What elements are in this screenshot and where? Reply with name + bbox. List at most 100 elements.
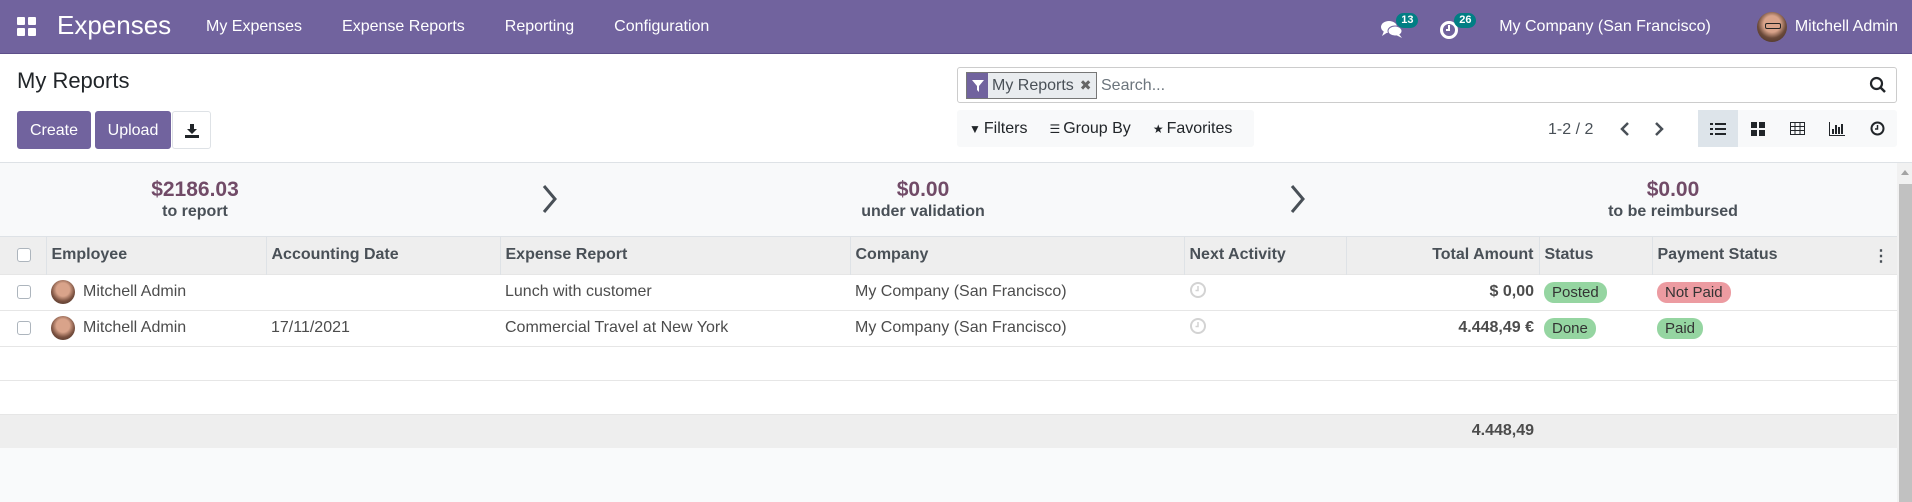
activities-button[interactable]: 26 bbox=[1439, 12, 1477, 42]
column-payment-status[interactable]: Payment Status ⋮ bbox=[1651, 237, 1897, 274]
scroll-up-arrow-icon[interactable] bbox=[1901, 170, 1909, 175]
bars-icon: ☰ bbox=[1049, 121, 1061, 136]
column-employee[interactable]: Employee bbox=[45, 237, 266, 274]
select-all-checkbox[interactable] bbox=[17, 248, 31, 263]
filters-dropdown[interactable]: ▼ Filters bbox=[969, 120, 1027, 138]
expense-report-name: Lunch with customer bbox=[505, 283, 652, 300]
facet-remove-icon[interactable]: ✖ bbox=[1078, 73, 1096, 98]
status-badge: Posted bbox=[1544, 281, 1607, 303]
reports-table: Employee Accounting Date Expense Report … bbox=[0, 237, 1897, 448]
row-checkbox[interactable] bbox=[17, 320, 31, 335]
messages-count-badge: 13 bbox=[1396, 13, 1419, 28]
table-row[interactable]: Mitchell Admin Lunch with customer My Co… bbox=[0, 274, 1897, 310]
menu-expense-reports[interactable]: Expense Reports bbox=[322, 0, 485, 54]
control-panel: My Reports Create Upload My Reports ✖ ▼F… bbox=[0, 54, 1912, 163]
accounting-date: 17/11/2021 bbox=[271, 319, 350, 336]
accounting-date bbox=[266, 274, 500, 310]
view-graph-button[interactable] bbox=[1817, 110, 1857, 147]
favorites-dropdown[interactable]: ★ Favorites bbox=[1153, 120, 1233, 138]
star-icon: ★ bbox=[1152, 121, 1164, 136]
chevron-right-icon bbox=[542, 185, 557, 213]
column-expense-report[interactable]: Expense Report bbox=[499, 237, 850, 274]
column-company[interactable]: Company bbox=[849, 237, 1184, 274]
pager-previous-icon[interactable] bbox=[1614, 118, 1636, 140]
search-input[interactable] bbox=[1101, 73, 1801, 99]
view-activity-button[interactable] bbox=[1857, 110, 1897, 147]
download-button[interactable] bbox=[172, 111, 211, 149]
column-status[interactable]: Status bbox=[1538, 237, 1652, 274]
systray: 13 26 My Company (San Francisco) Mitchel… bbox=[1381, 0, 1898, 54]
table-header: Employee Accounting Date Expense Report … bbox=[0, 237, 1897, 274]
chevron-right-icon bbox=[1290, 185, 1305, 213]
kanban-icon bbox=[1750, 121, 1765, 136]
table-icon bbox=[1789, 122, 1805, 135]
menu-my-expenses[interactable]: My Expenses bbox=[186, 0, 322, 54]
stat-amount: $0.00 bbox=[896, 178, 950, 201]
search-facet: My Reports ✖ bbox=[966, 72, 1097, 99]
clock-icon bbox=[1870, 121, 1885, 136]
stat-to-be-reimbursed: $0.00 to be reimbursed bbox=[1598, 178, 1748, 221]
table-footer: 4.448,49 bbox=[0, 414, 1897, 448]
payment-status-badge: Paid bbox=[1657, 317, 1704, 339]
activities-count-badge: 26 bbox=[1454, 13, 1477, 28]
activity-clock-icon[interactable] bbox=[1189, 281, 1207, 299]
view-list-button[interactable] bbox=[1698, 110, 1738, 147]
column-accounting-date[interactable]: Accounting Date bbox=[265, 237, 500, 274]
view-kanban-button[interactable] bbox=[1738, 110, 1778, 147]
download-icon bbox=[184, 124, 199, 138]
facet-label: My Reports bbox=[992, 77, 1074, 94]
view-pivot-button[interactable] bbox=[1778, 110, 1818, 147]
company-name: My Company (San Francisco) bbox=[855, 283, 1067, 300]
filter-icon: ▼ bbox=[969, 121, 981, 136]
company-name: My Company (San Francisco) bbox=[855, 319, 1067, 336]
stat-label: under validation bbox=[861, 203, 985, 220]
groupby-dropdown[interactable]: ☰ Group By bbox=[1049, 120, 1130, 138]
activity-clock-icon[interactable] bbox=[1189, 317, 1207, 335]
payment-status-badge: Not Paid bbox=[1657, 281, 1731, 303]
stat-amount: $2186.03 bbox=[151, 178, 239, 201]
scrollbar-thumb[interactable] bbox=[1899, 184, 1912, 502]
company-switcher[interactable]: My Company (San Francisco) bbox=[1499, 18, 1711, 36]
apps-menu-icon[interactable] bbox=[17, 17, 36, 36]
top-navbar: Expenses My Expenses Expense Reports Rep… bbox=[0, 0, 1912, 54]
messages-button[interactable]: 13 bbox=[1381, 12, 1419, 42]
footer-total-amount: 4.448,49 bbox=[1471, 422, 1534, 440]
total-amount: 4.448,49 € bbox=[1458, 319, 1534, 336]
table-row[interactable]: Mitchell Admin 17/11/2021 Commercial Tra… bbox=[0, 310, 1897, 346]
optional-columns-icon[interactable]: ⋮ bbox=[1873, 246, 1889, 266]
search-icon[interactable] bbox=[1869, 76, 1887, 94]
list-view: Employee Accounting Date Expense Report … bbox=[0, 237, 1897, 502]
view-switcher bbox=[1698, 110, 1897, 147]
status-badge: Done bbox=[1544, 317, 1596, 339]
row-checkbox[interactable] bbox=[17, 284, 31, 299]
stat-amount: $0.00 bbox=[1646, 178, 1700, 201]
empty-row bbox=[0, 346, 1897, 380]
expense-report-name: Commercial Travel at New York bbox=[505, 319, 729, 336]
menu-reporting[interactable]: Reporting bbox=[485, 0, 594, 54]
select-all-cell[interactable] bbox=[0, 237, 46, 274]
search-bar: My Reports ✖ bbox=[957, 67, 1897, 103]
upload-button[interactable]: Upload bbox=[95, 111, 171, 149]
total-amount: $ 0,00 bbox=[1489, 283, 1534, 300]
column-total-amount[interactable]: Total Amount bbox=[1345, 237, 1539, 274]
pager-next-icon[interactable] bbox=[1648, 118, 1670, 140]
menu-configuration[interactable]: Configuration bbox=[594, 0, 729, 54]
employee-name: Mitchell Admin bbox=[83, 319, 187, 337]
stat-label: to be reimbursed bbox=[1608, 203, 1738, 220]
stat-under-validation: $0.00 under validation bbox=[858, 178, 988, 221]
stat-to-report: $2186.03 to report bbox=[125, 178, 265, 221]
app-name[interactable]: Expenses bbox=[57, 10, 171, 41]
page-title: My Reports bbox=[17, 68, 130, 93]
create-button[interactable]: Create bbox=[17, 111, 91, 149]
pager-value[interactable]: 1-2 / 2 bbox=[1548, 121, 1593, 139]
list-icon bbox=[1709, 122, 1726, 135]
filter-icon bbox=[967, 73, 988, 98]
user-menu[interactable]: Mitchell Admin bbox=[1795, 18, 1898, 36]
column-next-activity[interactable]: Next Activity bbox=[1183, 237, 1346, 274]
bar-chart-icon bbox=[1829, 121, 1846, 136]
employee-name: Mitchell Admin bbox=[83, 283, 187, 301]
employee-avatar bbox=[51, 280, 75, 304]
empty-row bbox=[0, 380, 1897, 414]
stat-label: to report bbox=[162, 203, 228, 220]
user-avatar[interactable] bbox=[1756, 12, 1787, 42]
